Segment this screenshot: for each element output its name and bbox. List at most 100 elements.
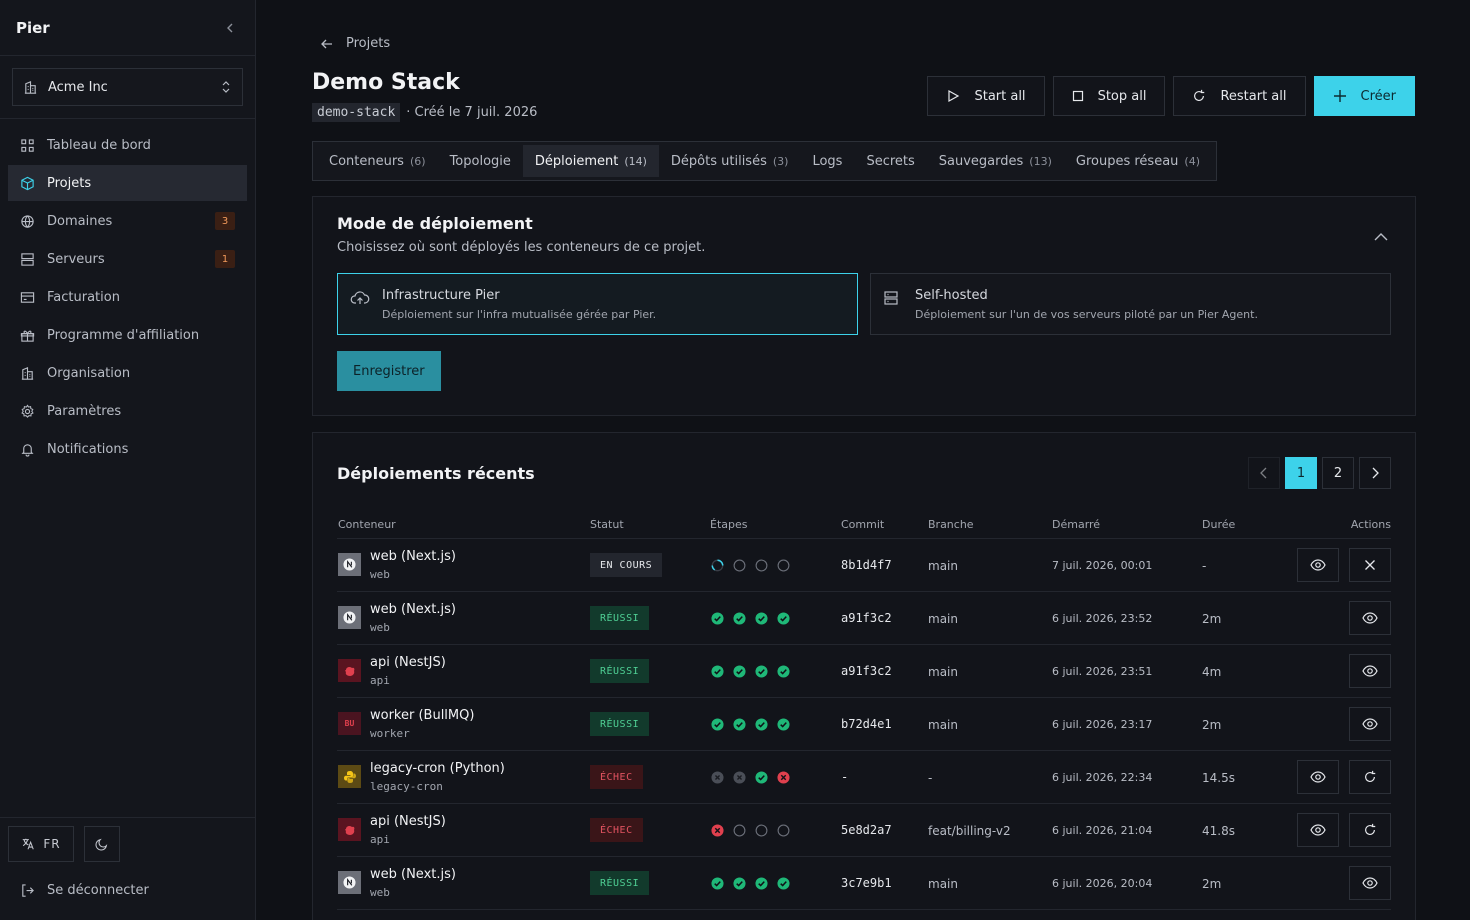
eye-icon	[1362, 612, 1378, 624]
eye-icon	[1362, 665, 1378, 677]
retry-button[interactable]	[1349, 813, 1391, 847]
sidebar-item-programme-d-affiliation[interactable]: Programme d'affiliation	[8, 317, 247, 353]
page-2-button[interactable]: 2	[1322, 457, 1354, 489]
view-button[interactable]	[1297, 548, 1339, 582]
table-row: legacy-cron (Python) legacy-cron ÉCHEC - - 6 …	[337, 751, 1391, 804]
view-button[interactable]	[1349, 866, 1391, 900]
row-actions	[1349, 707, 1391, 741]
chevron-left-icon	[1260, 467, 1267, 479]
duration: 4m	[1202, 665, 1222, 679]
check-circle-icon	[755, 771, 768, 784]
branch-name: main	[928, 718, 958, 732]
nextjs-logo-icon	[338, 553, 361, 576]
col-actions: Actions	[1350, 518, 1391, 531]
stop-icon	[1072, 90, 1083, 102]
logout-button[interactable]: Se déconnecter	[8, 868, 247, 912]
language-switcher[interactable]: FR	[8, 826, 74, 862]
tab-secrets[interactable]: Secrets	[854, 145, 926, 177]
steps-indicator	[711, 559, 790, 572]
play-icon	[948, 89, 960, 103]
view-button[interactable]	[1349, 707, 1391, 741]
container-name: api (NestJS)	[370, 814, 446, 829]
page-1-button[interactable]: 1	[1285, 457, 1317, 489]
sidebar-item-serveurs[interactable]: Serveurs 1	[8, 241, 247, 277]
sidebar-item-organisation[interactable]: Organisation	[8, 355, 247, 391]
tab-label: Secrets	[866, 153, 915, 169]
sidebar-item-label: Tableau de bord	[47, 137, 151, 153]
cube-icon	[21, 176, 34, 190]
project-slug: demo-stack	[312, 103, 401, 122]
tab-logs[interactable]: Logs	[800, 145, 854, 177]
status-badge: RÉUSSI	[590, 871, 650, 895]
translate-icon	[23, 838, 35, 850]
start-all-label: Start all	[974, 88, 1026, 104]
view-button[interactable]	[1349, 654, 1391, 688]
x-circle-icon	[711, 824, 724, 837]
sidebar-item-notifications[interactable]: Notifications	[8, 431, 247, 467]
view-button[interactable]	[1349, 601, 1391, 635]
back-link[interactable]: Projets	[320, 36, 390, 51]
stop-all-button[interactable]: Stop all	[1052, 76, 1166, 116]
tab-groupes-reseau[interactable]: Groupes réseau (4)	[1064, 145, 1212, 177]
theme-toggle[interactable]	[84, 826, 120, 862]
option-title: Infrastructure Pier	[382, 288, 500, 303]
steps-indicator	[711, 612, 790, 625]
option-title: Self-hosted	[915, 288, 988, 303]
steps-indicator	[711, 824, 790, 837]
col-branch: Branche	[928, 518, 974, 531]
status-badge: RÉUSSI	[590, 712, 650, 736]
nextjs-logo-icon	[338, 871, 361, 894]
count-badge: 1	[215, 250, 235, 268]
container-name: web (Next.js)	[370, 549, 456, 564]
bullmq-logo-icon: BU	[338, 712, 361, 735]
container-name: legacy-cron (Python)	[370, 761, 505, 776]
branch-name: main	[928, 612, 958, 626]
view-button[interactable]	[1297, 760, 1339, 794]
sidebar-item-projets[interactable]: Projets	[8, 165, 247, 201]
tab-topologie[interactable]: Topologie	[438, 145, 523, 177]
sidebar-item-label: Notifications	[47, 441, 129, 457]
check-circle-icon	[733, 665, 746, 678]
chevron-left-icon	[227, 23, 233, 32]
sidebar-item-tableau-de-bord[interactable]: Tableau de bord	[8, 127, 247, 163]
col-steps: Étapes	[710, 518, 748, 531]
deploy-mode-desc: Choisissez où sont déployés les conteneu…	[337, 240, 706, 255]
option-self-hosted[interactable]: Self-hosted Déploiement sur l'un de vos …	[870, 273, 1391, 335]
sidebar-item-parametres[interactable]: Paramètres	[8, 393, 247, 429]
restart-all-button[interactable]: Restart all	[1173, 76, 1306, 116]
retry-button[interactable]	[1349, 760, 1391, 794]
close-icon	[1365, 560, 1375, 570]
collapse-card-button[interactable]	[1373, 227, 1389, 246]
duration: 2m	[1202, 877, 1222, 891]
container-service: web	[370, 621, 390, 634]
container-service: legacy-cron	[370, 780, 443, 793]
tab-sauvegardes[interactable]: Sauvegardes (13)	[927, 145, 1064, 177]
branch-name: main	[928, 559, 958, 573]
table-row: web (Next.js) web EN COURS 8b1d4f7 main 7 jui…	[337, 539, 1391, 592]
cancel-button[interactable]	[1349, 548, 1391, 582]
start-all-button[interactable]: Start all	[927, 76, 1045, 116]
create-button[interactable]: Créer	[1313, 76, 1415, 116]
view-button[interactable]	[1297, 813, 1339, 847]
sidebar-item-domaines[interactable]: Domaines 3	[8, 203, 247, 239]
tab-conteneurs[interactable]: Conteneurs (6)	[317, 145, 438, 177]
duration: 41.8s	[1202, 824, 1235, 838]
next-page-button[interactable]	[1359, 457, 1391, 489]
save-button[interactable]: Enregistrer	[337, 351, 441, 391]
col-status: Statut	[590, 518, 624, 531]
server-icon	[884, 291, 898, 305]
branch-name: feat/billing-v2	[928, 824, 1011, 838]
option-infrastructure-pier[interactable]: Infrastructure Pier Déploiement sur l'in…	[337, 273, 858, 335]
sidebar-item-facturation[interactable]: Facturation	[8, 279, 247, 315]
server-icon	[21, 252, 34, 266]
commit-hash: a91f3c2	[841, 611, 892, 625]
prev-page-button[interactable]	[1248, 457, 1280, 489]
tab-deploiement[interactable]: Déploiement (14)	[522, 145, 659, 177]
collapse-sidebar-button[interactable]	[221, 19, 239, 37]
deploy-mode-card: Mode de déploiement Choisissez où sont d…	[312, 196, 1416, 416]
table-header: Conteneur Statut Étapes Commit Branche D…	[337, 515, 1391, 539]
org-selector[interactable]: Acme Inc	[12, 68, 243, 106]
empty-circle-icon	[733, 559, 746, 572]
tab-depots-utilises[interactable]: Dépôts utilisés (3)	[659, 145, 801, 177]
col-commit: Commit	[841, 518, 885, 531]
